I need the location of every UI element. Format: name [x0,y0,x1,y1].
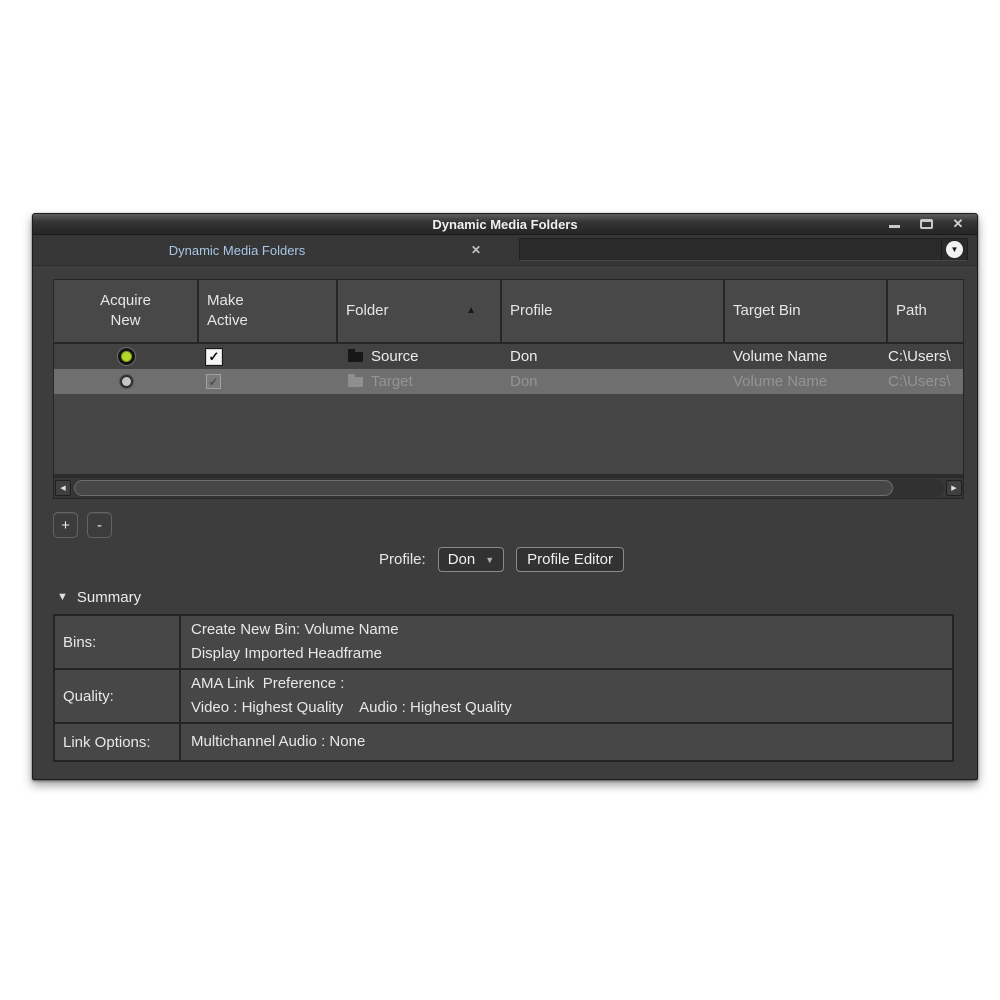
profile-editor-button[interactable]: Profile Editor [516,547,624,572]
sort-ascending-icon: ▲ [466,301,476,321]
column-header-folder[interactable]: Folder ▲ [338,280,502,342]
profile-label: Profile: [379,551,426,568]
summary-title: Summary [77,589,141,606]
maximize-button[interactable] [917,217,935,231]
summary-value: Multichannel Audio : None [181,724,952,760]
profile-controls: Profile: Don ▼ Profile Editor [379,547,962,572]
summary-value: AMA Link Preference : Video : Highest Qu… [181,670,952,722]
tab-well: ▼ [519,238,968,261]
horizontal-scrollbar: ◀ ▶ [54,474,963,498]
folder-name: Target [371,373,413,390]
summary-line: AMA Link Preference : [191,672,942,696]
profile-cell: Don [502,369,725,394]
radio-acquire-new-off[interactable] [119,374,134,389]
summary-line: Display Imported Headframe [191,642,942,666]
folder-name: Source [371,348,419,365]
scrollbar-thumb[interactable] [74,480,893,496]
checkbox-make-active-checked[interactable]: ✓ [206,349,222,365]
title-bar[interactable]: Dynamic Media Folders ✕ [33,214,977,235]
summary-label: Quality: [55,670,181,722]
column-header-make-active[interactable]: Make Active [199,280,338,342]
column-header-target-bin[interactable]: Target Bin [725,280,888,342]
column-header-acquire-new[interactable]: Acquire New [54,280,199,342]
tab-close-icon[interactable]: ✕ [471,243,481,257]
scrollbar-track[interactable] [73,479,944,497]
table-empty-area [54,394,963,474]
profile-dropdown-value: Don [448,551,476,568]
tab-label: Dynamic Media Folders [33,243,441,258]
minimize-icon [889,225,900,228]
folder-icon [348,377,363,387]
window-title: Dynamic Media Folders [33,214,977,235]
summary-line: Multichannel Audio : None [191,730,942,754]
folder-cell: Target [338,369,502,394]
summary-row-link-options: Link Options: Multichannel Audio : None [55,724,952,760]
window-controls: ✕ [885,217,977,231]
close-button[interactable]: ✕ [949,217,967,231]
column-header-profile[interactable]: Profile [502,280,725,342]
column-header-path[interactable]: Path [888,280,963,342]
collapse-triangle-icon[interactable]: ▼ [57,591,68,603]
add-remove-toolbar: + - [53,512,962,538]
minimize-button[interactable] [885,217,903,231]
chevron-down-icon: ▼ [946,241,963,258]
summary-label: Link Options: [55,724,181,760]
summary-line: Video : Highest Quality Audio : Highest … [191,696,942,720]
target-bin-cell: Volume Name [725,344,888,369]
folders-table: Acquire New Make Active Folder▲ Profile … [53,279,964,499]
summary-table: Bins: Create New Bin: Volume Name Displa… [53,614,954,762]
path-cell: C:\Users\ [888,344,963,369]
table-row-target[interactable]: ✓ Target Don Volume Name C:\Users\ [54,369,963,394]
target-bin-cell: Volume Name [725,369,888,394]
acquire-new-cell [54,369,199,394]
add-folder-button[interactable]: + [53,512,78,538]
radio-acquire-new-on[interactable] [117,347,136,366]
path-cell: C:\Users\ [888,369,963,394]
summary-row-bins: Bins: Create New Bin: Volume Name Displa… [55,616,952,670]
summary-row-quality: Quality: AMA Link Preference : Video : H… [55,670,952,724]
profile-cell: Don [502,344,725,369]
radio-dot [122,377,131,386]
tab-bar: Dynamic Media Folders ✕ ▼ [33,235,977,266]
table-header-row: Acquire New Make Active Folder▲ Profile … [54,280,963,344]
make-active-cell: ✓ [199,369,338,394]
chevron-down-icon: ▼ [485,555,494,565]
scroll-left-button[interactable]: ◀ [55,480,71,496]
dynamic-media-folders-window: Dynamic Media Folders ✕ Dynamic Media Fo… [32,213,978,780]
remove-folder-button[interactable]: - [87,512,112,538]
summary-header[interactable]: ▼ Summary [57,588,962,606]
radio-dot [121,351,132,362]
summary-value: Create New Bin: Volume Name Display Impo… [181,616,952,668]
folder-icon [348,352,363,362]
tab-list-dropdown-button[interactable]: ▼ [941,239,967,260]
tab-dynamic-media-folders[interactable]: Dynamic Media Folders ✕ [33,235,481,265]
scroll-right-button[interactable]: ▶ [946,480,962,496]
checkbox-make-active-checked-disabled[interactable]: ✓ [206,374,221,389]
maximize-icon [920,219,933,229]
profile-dropdown[interactable]: Don ▼ [438,547,504,572]
summary-line: Create New Bin: Volume Name [191,618,942,642]
window-content: Acquire New Make Active Folder ▲ Profile … [33,266,977,762]
column-header-folder-label: Folder [346,301,389,321]
make-active-cell: ✓ [199,344,338,369]
table-row-source[interactable]: ✓ Source Don Volume Name C:\Users\ [54,344,963,369]
summary-label: Bins: [55,616,181,668]
acquire-new-cell [54,344,199,369]
folder-cell: Source [338,344,502,369]
